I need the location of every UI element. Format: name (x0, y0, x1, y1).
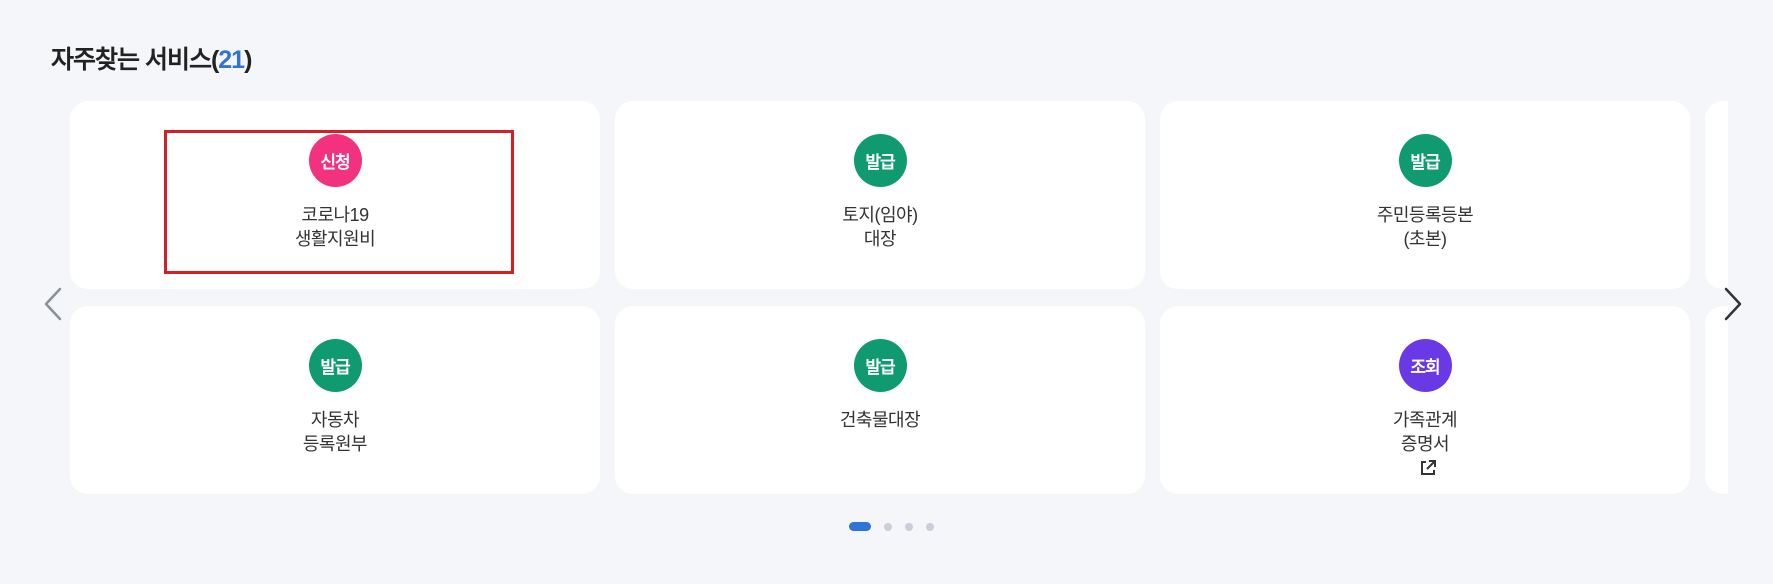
badge-label: 발급 (865, 358, 895, 377)
service-card-family-relation[interactable]: 조회 가족관계 증명서 (1160, 306, 1690, 494)
service-name-line: 코로나19 (301, 205, 369, 225)
service-name-text: 증명서 (1400, 434, 1450, 454)
badge-label: 발급 (1410, 153, 1440, 172)
apply-badge: 신청 (308, 134, 362, 187)
service-name: 가족관계 증명서 (1392, 408, 1458, 480)
service-name: 자동차 등록원부 (302, 408, 368, 456)
badge-label: 발급 (320, 358, 350, 377)
pagination-dot-2[interactable] (884, 522, 892, 531)
service-name: 건축물대장 (839, 408, 921, 432)
service-card-next-peek[interactable] (1705, 306, 1728, 494)
chevron-right-icon (1724, 287, 1742, 321)
service-card-building-register[interactable]: 발급 건축물대장 (615, 306, 1145, 494)
issue-badge: 발급 (853, 339, 907, 392)
pagination-dot-1[interactable] (849, 522, 871, 531)
service-name-line: 생활지원비 (294, 229, 376, 249)
service-card-corona-support[interactable]: 신청 코로나19 생활지원비 (70, 101, 600, 289)
service-card-resident-registration[interactable]: 발급 주민등록등본 (초본) (1160, 101, 1690, 289)
carousel-prev-button[interactable] (38, 284, 68, 324)
external-link-icon (1420, 460, 1436, 475)
pagination-dot-4[interactable] (926, 522, 934, 531)
carousel-viewport: 신청 코로나19 생활지원비 발급 토지(임야) 대장 발급 주민등록등본 (초… (70, 101, 1728, 494)
service-name-line: 건축물대장 (839, 410, 921, 430)
service-name: 주민등록등본 (초본) (1376, 203, 1474, 251)
badge-label: 조회 (1410, 358, 1440, 377)
service-name-line: 등록원부 (302, 434, 368, 454)
service-name-line: 증명서 (1393, 432, 1457, 480)
service-name-line: 대장 (863, 229, 897, 249)
service-name-line: 토지(임야) (842, 205, 918, 225)
service-name-line: 주민등록등본 (1376, 205, 1474, 225)
service-card-vehicle-register[interactable]: 발급 자동차 등록원부 (70, 306, 600, 494)
issue-badge: 발급 (853, 134, 907, 187)
carousel-pagination (849, 522, 934, 531)
chevron-left-icon (44, 287, 62, 321)
service-carousel: 신청 코로나19 생활지원비 발급 토지(임야) 대장 발급 주민등록등본 (초… (0, 0, 1773, 584)
badge-label: 신청 (320, 153, 350, 172)
service-name-line: (초본) (1403, 229, 1447, 249)
issue-badge: 발급 (308, 339, 362, 392)
badge-label: 발급 (865, 153, 895, 172)
service-name-line: 자동차 (310, 410, 360, 430)
issue-badge: 발급 (1398, 134, 1452, 187)
service-grid: 신청 코로나19 생활지원비 발급 토지(임야) 대장 발급 주민등록등본 (초… (70, 101, 1728, 494)
service-name-line: 가족관계 (1392, 410, 1458, 430)
service-name: 토지(임야) 대장 (842, 203, 918, 251)
service-card-land-register[interactable]: 발급 토지(임야) 대장 (615, 101, 1145, 289)
service-name: 코로나19 생활지원비 (294, 203, 376, 251)
pagination-dot-3[interactable] (905, 522, 913, 531)
carousel-next-button[interactable] (1718, 284, 1748, 324)
inquiry-badge: 조회 (1398, 339, 1452, 392)
service-card-next-peek[interactable] (1705, 101, 1728, 289)
